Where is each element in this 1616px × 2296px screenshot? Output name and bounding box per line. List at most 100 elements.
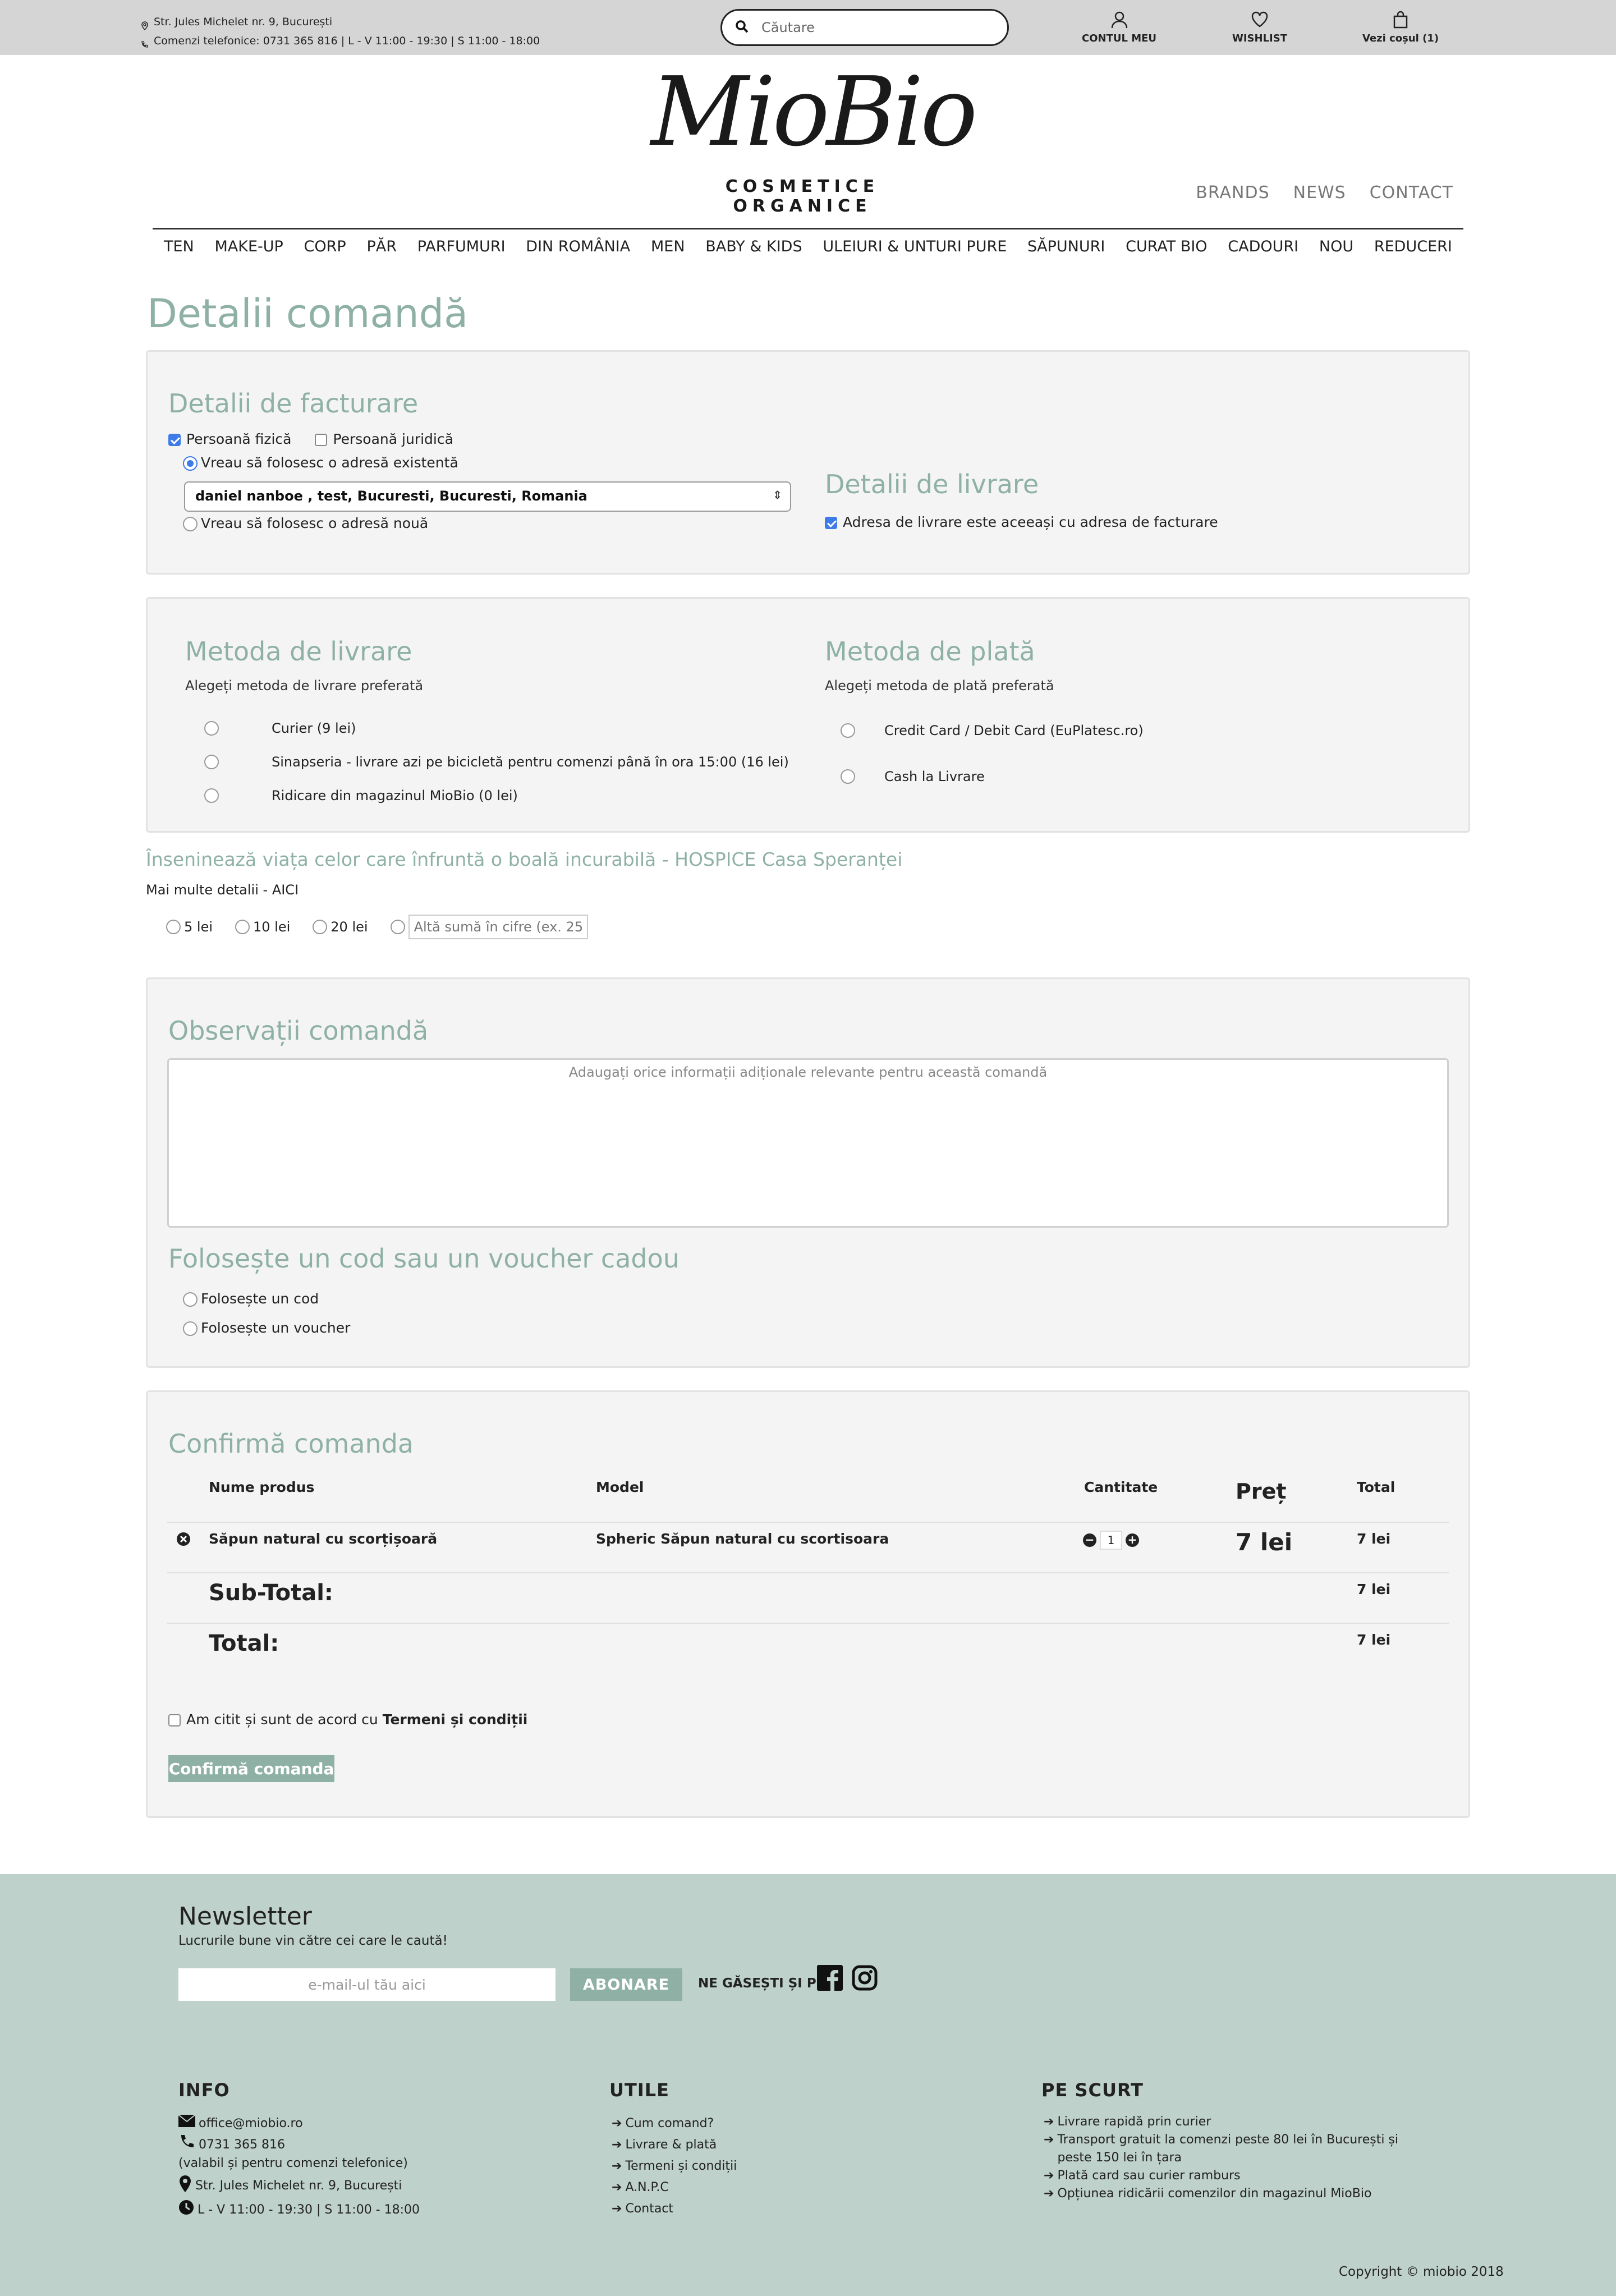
nav-item-ten[interactable]: TEN (164, 238, 194, 255)
col-header-name: Nume produs (209, 1479, 315, 1495)
nav-item-sapunuri[interactable]: SĂPUNURI (1027, 238, 1105, 255)
same-address-checkbox[interactable] (825, 517, 837, 529)
utile-link-contact[interactable]: ➔ Contact (612, 2198, 737, 2220)
company-checkbox[interactable] (315, 434, 328, 446)
company-label: Persoană juridică (333, 431, 453, 447)
info-phone[interactable]: 0731 365 816 (199, 2134, 285, 2156)
delivery-label-bike: Sinapseria - livrare azi pe bicicletă pe… (272, 754, 789, 770)
store-phone: Comenzi telefonice: 0731 365 816 | L - V… (154, 35, 540, 47)
new-address-radio[interactable] (183, 517, 198, 531)
pe-scurt-label: Plată card sau curier ramburs (1057, 2169, 1241, 2183)
info-email[interactable]: office@miobio.ro (199, 2113, 303, 2134)
info-address: Str. Jules Michelet nr. 9, București (195, 2179, 402, 2193)
payment-radio-cash[interactable] (841, 769, 855, 784)
row-divider (167, 1572, 1449, 1573)
delivery-subtitle: Alegeți metoda de livrare preferată (185, 678, 424, 694)
notes-title: Observații comandă (168, 1016, 429, 1046)
account-label: CONTUL MEU (1082, 33, 1157, 44)
terms-checkbox[interactable] (168, 1714, 181, 1726)
plus-icon[interactable]: + (1126, 1533, 1139, 1547)
existing-address-option[interactable]: Vreau să folosesc o adresă existentă (183, 454, 458, 471)
donation-radio-5[interactable] (166, 920, 181, 934)
cart-link[interactable]: Vezi coșul (1) (1362, 10, 1439, 44)
payment-radio-card[interactable] (841, 723, 855, 738)
nav-item-men[interactable]: MEN (651, 238, 685, 255)
subscribe-button[interactable]: ABONARE (570, 1968, 682, 2001)
nav-item-cadouri[interactable]: CADOURI (1228, 238, 1298, 255)
nav-item-make-up[interactable]: MAKE-UP (214, 238, 283, 255)
quantity-value[interactable]: 1 (1100, 1531, 1122, 1550)
delivery-radio-courier[interactable] (204, 721, 219, 736)
notes-textarea[interactable] (167, 1058, 1449, 1228)
item-name[interactable]: Săpun natural cu scorțișoară (209, 1531, 437, 1547)
delivery-option-courier[interactable]: Curier (9 lei) (204, 720, 356, 736)
utile-label: Contact (625, 2202, 674, 2216)
donation-radio-10[interactable] (235, 920, 250, 934)
delivery-option-pickup[interactable]: Ridicare din magazinul MioBio (0 lei) (204, 788, 518, 803)
subtotal-value: 7 lei (1357, 1581, 1391, 1597)
contact-link[interactable]: CONTACT (1370, 183, 1453, 203)
existing-address-radio[interactable] (183, 456, 198, 471)
terms-link[interactable]: Termeni și condiții (383, 1711, 528, 1728)
item-price: 7 lei (1236, 1528, 1293, 1556)
nav-item-nou[interactable]: NOU (1319, 238, 1353, 255)
nav-item-par[interactable]: PĂR (366, 238, 397, 255)
logo[interactable]: MioBio COSMETICE ORGANICE (651, 57, 977, 216)
use-voucher-option[interactable]: Folosește un voucher (183, 1320, 350, 1336)
logo-wordmark: MioBio (651, 57, 977, 168)
donation-radio-custom[interactable] (390, 920, 405, 934)
nav-item-corp[interactable]: CORP (304, 238, 346, 255)
address-select[interactable]: daniel nanboe , test, Bucuresti, Bucures… (184, 481, 791, 512)
donation-radio-20[interactable] (313, 920, 328, 934)
donation-custom-input[interactable] (408, 915, 588, 939)
same-address-option[interactable]: Adresa de livrare este aceeași cu adresa… (825, 514, 1218, 530)
news-link[interactable]: NEWS (1293, 183, 1346, 203)
donation-option-10[interactable]: 10 lei (235, 919, 290, 935)
payment-option-cash[interactable]: Cash la Livrare (841, 769, 985, 784)
utile-link-anpc[interactable]: ➔ A.N.P.C (612, 2177, 737, 2198)
utile-link-delivery[interactable]: ➔ Livrare & plată (612, 2134, 737, 2156)
search-icon[interactable] (734, 19, 749, 36)
use-code-option[interactable]: Folosește un cod (183, 1291, 319, 1307)
nav-item-curat-bio[interactable]: CURAT BIO (1126, 238, 1207, 255)
brands-link[interactable]: BRANDS (1196, 183, 1269, 203)
delivery-option-bike[interactable]: Sinapseria - livrare azi pe bicicletă pe… (204, 754, 789, 770)
nav-item-baby-kids[interactable]: BABY & KIDS (705, 238, 802, 255)
wishlist-link[interactable]: WISHLIST (1232, 10, 1287, 44)
utile-link-terms[interactable]: ➔ Termeni și condiții (612, 2156, 737, 2177)
arrow-right-icon: ➔ (1044, 2133, 1054, 2147)
donation-option-custom[interactable] (390, 915, 588, 939)
confirm-order-button[interactable]: Confirmă comanda (168, 1755, 334, 1782)
use-voucher-radio[interactable] (183, 1321, 198, 1336)
search-box[interactable] (720, 9, 1009, 46)
new-address-option[interactable]: Vreau să folosesc o adresă nouă (183, 515, 428, 531)
remove-item-icon[interactable] (176, 1532, 191, 1549)
instagram-icon[interactable] (852, 1965, 878, 1993)
voucher-title: Folosește un cod sau un voucher cadou (168, 1243, 680, 1274)
confirm-title: Confirmă comanda (168, 1429, 414, 1459)
newsletter-subtitle: Lucrurile bune vin către cei care le cau… (178, 1934, 448, 1948)
nav-item-uleiuri[interactable]: ULEIURI & UNTURI PURE (823, 238, 1007, 255)
map-pin-icon (140, 17, 149, 31)
newsletter-email-input[interactable] (178, 1968, 556, 2001)
minus-icon[interactable]: − (1083, 1533, 1096, 1547)
nav-item-reduceri[interactable]: REDUCERI (1374, 238, 1452, 255)
search-input[interactable] (761, 20, 986, 35)
envelope-icon (178, 2113, 196, 2134)
delivery-radio-bike[interactable] (204, 755, 219, 769)
header-divider (153, 228, 1463, 229)
delivery-radio-pickup[interactable] (204, 788, 219, 803)
utile-link-how-to-order[interactable]: ➔ Cum comand? (612, 2113, 737, 2134)
nav-item-din-romania[interactable]: DIN ROMÂNIA (526, 238, 630, 255)
use-code-radio[interactable] (183, 1292, 198, 1307)
person-checkbox[interactable] (168, 434, 181, 446)
payment-option-card[interactable]: Credit Card / Debit Card (EuPlatesc.ro) (841, 723, 1144, 738)
account-link[interactable]: CONTUL MEU (1082, 10, 1156, 44)
arrow-right-icon: ➔ (612, 2116, 622, 2130)
donation-option-5[interactable]: 5 lei (166, 919, 213, 935)
pe-scurt-label: Transport gratuit la comenzi peste 80 le… (1057, 2133, 1399, 2165)
facebook-icon[interactable] (817, 1965, 843, 1993)
donation-more-link[interactable]: Mai multe detalii - AICI (146, 882, 299, 898)
nav-item-parfumuri[interactable]: PARFUMURI (417, 238, 506, 255)
donation-option-20[interactable]: 20 lei (313, 919, 368, 935)
